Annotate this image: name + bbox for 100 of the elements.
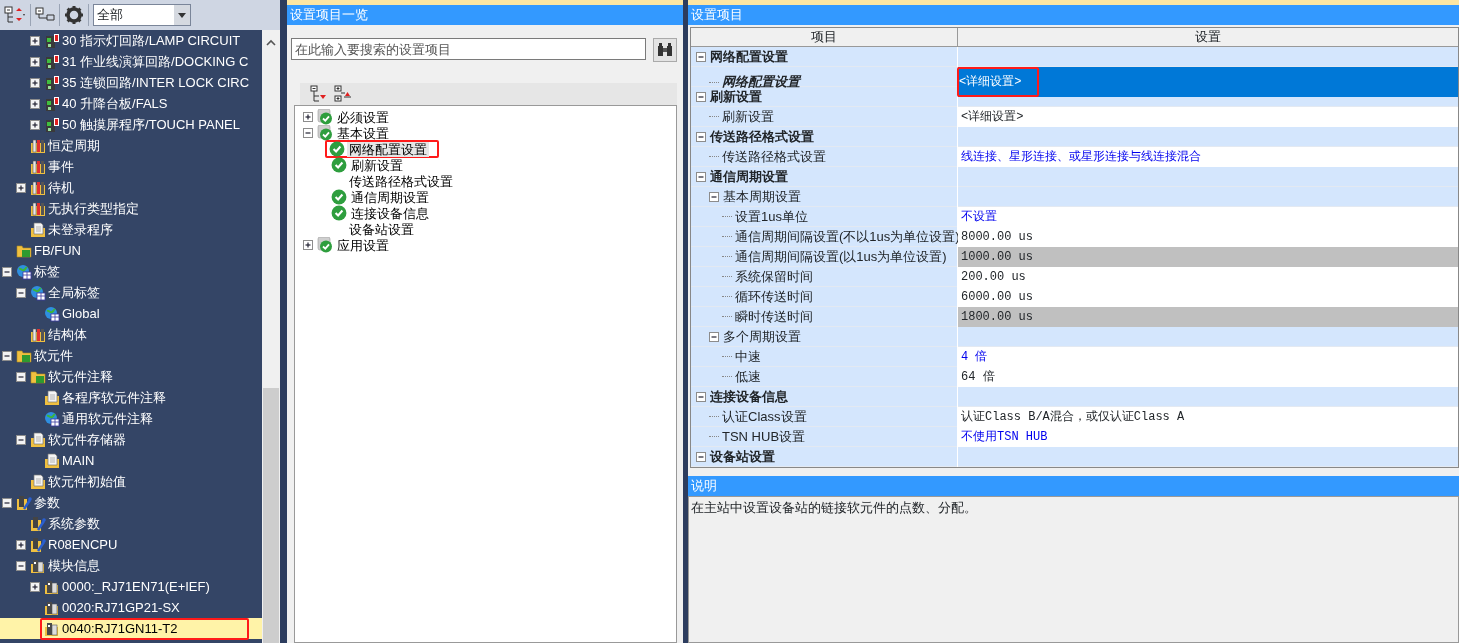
tree-item[interactable]: 设备站设置 (347, 221, 416, 237)
setting-value[interactable]: 6000.00 us (958, 287, 1458, 307)
tree-row[interactable]: 0000:_RJ71EN71(E+IEF) (0, 576, 262, 597)
collapse-icon[interactable] (696, 91, 706, 102)
expand-icon[interactable] (16, 182, 26, 193)
tree-row[interactable]: 事件 (0, 156, 262, 177)
scrollbar[interactable] (262, 30, 280, 643)
tree-item[interactable]: 基本设置 (335, 125, 391, 141)
tree-item[interactable]: 网络配置设置 (347, 141, 429, 157)
tree-item[interactable]: 应用设置 (335, 237, 391, 253)
tree-row[interactable]: R08ENCPU (0, 534, 262, 555)
collapse-icon[interactable] (16, 560, 26, 571)
tree-item[interactable]: 必须设置 (335, 109, 391, 125)
setting-value[interactable]: 64 倍 (958, 367, 1458, 387)
tree-item-label[interactable]: 软元件存储器 (48, 429, 126, 450)
tree-item-label[interactable]: R08ENCPU (48, 534, 118, 555)
tree-row[interactable]: 软元件注释 (0, 366, 262, 387)
tree-row[interactable]: 31 作业线演算回路/DOCKING C (0, 51, 262, 72)
tree-row[interactable]: 软元件 (0, 345, 262, 366)
expand-icon[interactable] (30, 581, 40, 592)
tree-item-label[interactable]: 0000:_RJ71EN71(E+IEF) (62, 576, 210, 597)
tree-item[interactable]: 刷新设置 (349, 157, 405, 173)
column-header[interactable]: 设置 (958, 28, 1458, 46)
tree-item-label[interactable]: 恒定周期 (48, 135, 100, 156)
tree-item-label[interactable]: 无执行类型指定 (48, 198, 139, 219)
collapse-icon[interactable] (696, 51, 706, 62)
tree-row[interactable]: 0040:RJ71GN11-T2 (0, 618, 262, 639)
collapse-icon[interactable] (696, 131, 706, 142)
tree-row[interactable]: 参数 (0, 492, 262, 513)
tree-item-label[interactable]: 软元件初始值 (48, 471, 126, 492)
tree-row[interactable]: 待机 (0, 177, 262, 198)
tree-item-label[interactable]: 软元件注释 (48, 366, 113, 387)
tree-item-label[interactable]: 通用软元件注释 (62, 408, 153, 429)
expand-icon[interactable] (30, 77, 40, 88)
setting-value[interactable]: 不使用TSN HUB (958, 427, 1458, 447)
tree-item-label[interactable]: 各程序软元件注释 (62, 387, 166, 408)
tree-item-label[interactable]: Global (62, 303, 100, 324)
tree-row[interactable]: 50 触摸屏程序/TOUCH PANEL (0, 114, 262, 135)
collapse-icon[interactable] (696, 391, 706, 402)
tree-item-label[interactable]: FB/FUN (34, 240, 81, 261)
tree-item[interactable]: 传送路径格式设置 (347, 173, 455, 189)
setting-value[interactable]: 不设置 (958, 207, 1458, 227)
collapse-icon[interactable] (16, 287, 26, 298)
tree-item-label[interactable]: 35 连锁回路/INTER LOCK CIRC (62, 72, 250, 93)
tree-row[interactable]: 软元件初始值 (0, 471, 262, 492)
collapse-all-icon[interactable] (334, 85, 352, 103)
search-button[interactable] (653, 38, 677, 62)
expand-icon[interactable] (303, 240, 313, 250)
tree-row[interactable]: 通用软元件注释 (0, 408, 262, 429)
tree-item-label[interactable]: 待机 (48, 177, 74, 198)
expand-icon[interactable] (30, 56, 40, 67)
settings-icon[interactable] (64, 5, 84, 25)
tree-item-label[interactable]: MAIN (62, 450, 95, 471)
tree-item-label[interactable]: 结构体 (48, 324, 87, 345)
tree-item-label[interactable]: 31 作业线演算回路/DOCKING C (62, 51, 249, 72)
tree-item-label[interactable]: 模块信息 (48, 555, 100, 576)
tree-item-label[interactable]: 系统参数 (48, 513, 100, 534)
tree-row[interactable]: 各程序软元件注释 (0, 387, 262, 408)
tree-row[interactable]: 恒定周期 (0, 135, 262, 156)
setting-value[interactable]: 4 倍 (958, 347, 1458, 367)
tree-item-label[interactable]: 50 触摸屏程序/TOUCH PANEL (62, 114, 240, 135)
setting-value[interactable]: <详细设置> (958, 107, 1458, 127)
collapse-icon[interactable] (16, 434, 26, 445)
tree-item-label[interactable]: 事件 (48, 156, 74, 177)
tree-row[interactable]: 全局标签 (0, 282, 262, 303)
tree-row[interactable]: 0020:RJ71GP21-SX (0, 597, 262, 618)
tree-item[interactable]: 连接设备信息 (349, 205, 431, 221)
expand-icon[interactable] (303, 112, 313, 122)
scroll-up-icon[interactable] (266, 39, 276, 46)
expand-icon[interactable] (30, 119, 40, 130)
setting-value[interactable]: 线连接、星形连接、或星形连接与线连接混合 (958, 147, 1458, 167)
tree-row[interactable]: 结构体 (0, 324, 262, 345)
tree-row[interactable]: MAIN (0, 450, 262, 471)
tree-row[interactable]: FB/FUN (0, 240, 262, 261)
expand-icon[interactable] (30, 98, 40, 109)
tree-item-label[interactable]: 参数 (34, 492, 60, 513)
expand-icon[interactable] (16, 539, 26, 550)
setting-value[interactable]: 200.00 us (958, 267, 1458, 287)
tree-row[interactable]: 标签 (0, 261, 262, 282)
expand-collapse-icon[interactable] (4, 6, 26, 24)
tree-item[interactable]: 通信周期设置 (349, 189, 431, 205)
tree-item-label[interactable]: 0020:RJ71GP21-SX (62, 597, 180, 618)
tree-row[interactable]: Global (0, 303, 262, 324)
tree-item-label[interactable]: 全局标签 (48, 282, 100, 303)
collapse-icon[interactable] (696, 451, 706, 462)
expand-all-icon[interactable] (310, 85, 328, 103)
expand-icon[interactable] (30, 35, 40, 46)
tree-row[interactable]: 30 指示灯回路/LAMP CIRCUIT (0, 30, 262, 51)
tree-item-label[interactable]: 软元件 (34, 345, 73, 366)
collapse-icon[interactable] (696, 171, 706, 182)
tree-view-icon[interactable] (35, 7, 55, 23)
tree-row[interactable]: 40 升降台板/FALS (0, 93, 262, 114)
tree-item-label[interactable]: 40 升降台板/FALS (62, 93, 168, 114)
tree-row[interactable]: 系统参数 (0, 513, 262, 534)
collapse-icon[interactable] (16, 371, 26, 382)
tree-row[interactable]: 无执行类型指定 (0, 198, 262, 219)
tree-row[interactable]: 未登录程序 (0, 219, 262, 240)
filter-dropdown[interactable]: 全部 (93, 4, 191, 26)
tree-item-label[interactable]: 0040:RJ71GN11-T2 (62, 618, 178, 639)
column-header[interactable]: 项目 (691, 28, 958, 46)
